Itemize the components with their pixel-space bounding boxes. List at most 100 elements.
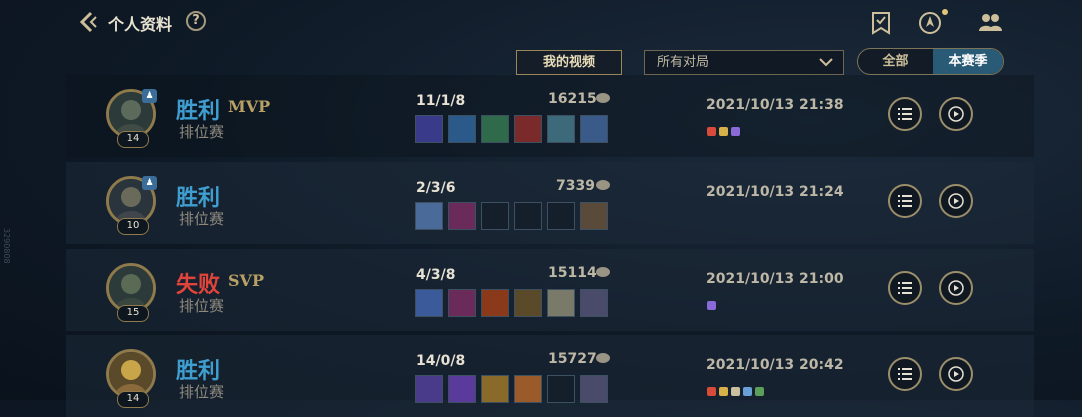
- item-slots: [415, 115, 613, 145]
- match-detail-button[interactable]: [888, 184, 922, 218]
- match-time: 2021/10/13 20:42: [706, 357, 844, 373]
- rank-emblem-icon[interactable]: [917, 10, 943, 36]
- replay-play-icon: [948, 280, 964, 296]
- item-slot: [580, 289, 608, 317]
- task-badge-icon[interactable]: [868, 10, 894, 36]
- list-detail-icon: [898, 195, 912, 207]
- gold-icon: [596, 93, 610, 103]
- item-slots: [415, 289, 613, 319]
- notification-dot: [942, 9, 948, 15]
- chevron-down-icon: [819, 58, 833, 67]
- item-slot: [547, 289, 575, 317]
- list-detail-icon: [898, 368, 912, 380]
- hero-level: 10: [117, 218, 149, 235]
- tag-icon: [707, 301, 716, 310]
- replay-button[interactable]: [939, 357, 973, 391]
- top-bar: 个人资料 ?: [0, 0, 1082, 44]
- tag-icon: [707, 387, 716, 396]
- tag-icon: [719, 127, 728, 136]
- back-chevron-icon[interactable]: [76, 10, 100, 34]
- match-row[interactable]: ♟ 14 胜利 MVP 排位赛 11/1/8 16215 2021/10/13 …: [66, 75, 1034, 157]
- svp-badge: SVP: [228, 271, 264, 290]
- item-slots: [415, 202, 613, 232]
- item-slot: [514, 375, 542, 403]
- item-slot: [415, 115, 443, 143]
- gold-amount: 15727: [548, 351, 597, 367]
- tag-icon: [755, 387, 764, 396]
- party-icon: ♟: [142, 176, 157, 190]
- kda: 2/3/6: [416, 180, 456, 196]
- match-detail-button[interactable]: [888, 97, 922, 131]
- side-tag: 3290808: [2, 228, 11, 264]
- item-slot: [415, 202, 443, 230]
- kda: 11/1/8: [416, 93, 466, 109]
- filter-value: 所有对局: [657, 55, 710, 70]
- item-slot: [580, 202, 608, 230]
- item-slot: [448, 202, 476, 230]
- item-slot: [514, 115, 542, 143]
- list-detail-icon: [898, 282, 912, 294]
- item-slot: [481, 289, 509, 317]
- hero-level: 14: [117, 131, 149, 148]
- match-detail-button[interactable]: [888, 271, 922, 305]
- party-icon: ♟: [142, 89, 157, 103]
- match-detail-button[interactable]: [888, 357, 922, 391]
- item-slot: [547, 202, 575, 230]
- game-mode: 排位赛: [179, 297, 225, 315]
- match-filter-select[interactable]: 所有对局: [644, 50, 844, 75]
- gold-amount: 15114: [548, 265, 597, 281]
- season-toggle: 全部 本赛季: [857, 48, 1004, 75]
- tag-icon: [731, 127, 740, 136]
- item-slot: [547, 115, 575, 143]
- match-row[interactable]: ♟ 10 胜利 排位赛 2/3/6 7339 2021/10/13 21:24: [66, 162, 1034, 244]
- item-slot: [481, 202, 509, 230]
- kda: 4/3/8: [416, 267, 456, 283]
- item-slot: [415, 375, 443, 403]
- match-row[interactable]: 15 失败 SVP 排位赛 4/3/8 15114 2021/10/13 21:…: [66, 249, 1034, 331]
- item-slot: [448, 289, 476, 317]
- friends-icon[interactable]: [977, 10, 1003, 36]
- tag-icon: [731, 387, 740, 396]
- replay-play-icon: [948, 106, 964, 122]
- list-detail-icon: [898, 108, 912, 120]
- gold-icon: [596, 180, 610, 190]
- page-title: 个人资料: [108, 15, 173, 34]
- match-row[interactable]: 14 胜利 排位赛 14/0/8 15727 2021/10/13 20:42: [66, 335, 1034, 417]
- gold-icon: [596, 353, 610, 363]
- game-mode: 排位赛: [179, 123, 225, 141]
- match-tags: [707, 295, 719, 310]
- match-time: 2021/10/13 21:00: [706, 271, 844, 287]
- kda: 14/0/8: [416, 353, 466, 369]
- item-slot: [547, 375, 575, 403]
- item-slot: [514, 289, 542, 317]
- match-time: 2021/10/13 21:38: [706, 97, 844, 113]
- item-slot: [514, 202, 542, 230]
- item-slot: [481, 115, 509, 143]
- match-tags: [707, 381, 767, 396]
- item-slot: [448, 115, 476, 143]
- tag-icon: [743, 387, 752, 396]
- gold-amount: 16215: [548, 91, 597, 107]
- tab-all[interactable]: 全部: [858, 49, 933, 74]
- gold-icon: [596, 267, 610, 277]
- game-mode: 排位赛: [179, 210, 225, 228]
- replay-button[interactable]: [939, 184, 973, 218]
- item-slots: [415, 375, 613, 405]
- tag-icon: [707, 127, 716, 136]
- replay-button[interactable]: [939, 97, 973, 131]
- item-slot: [580, 115, 608, 143]
- item-slot: [415, 289, 443, 317]
- replay-play-icon: [948, 193, 964, 209]
- game-mode: 排位赛: [179, 383, 225, 401]
- replay-button[interactable]: [939, 271, 973, 305]
- help-icon[interactable]: ?: [186, 11, 206, 31]
- match-tags: [707, 121, 743, 136]
- tag-icon: [719, 387, 728, 396]
- my-video-button[interactable]: 我的视频: [516, 50, 622, 75]
- hero-level: 15: [117, 305, 149, 322]
- match-time: 2021/10/13 21:24: [706, 184, 844, 200]
- item-slot: [481, 375, 509, 403]
- replay-play-icon: [948, 366, 964, 382]
- tab-this-season[interactable]: 本赛季: [933, 49, 1003, 74]
- item-slot: [448, 375, 476, 403]
